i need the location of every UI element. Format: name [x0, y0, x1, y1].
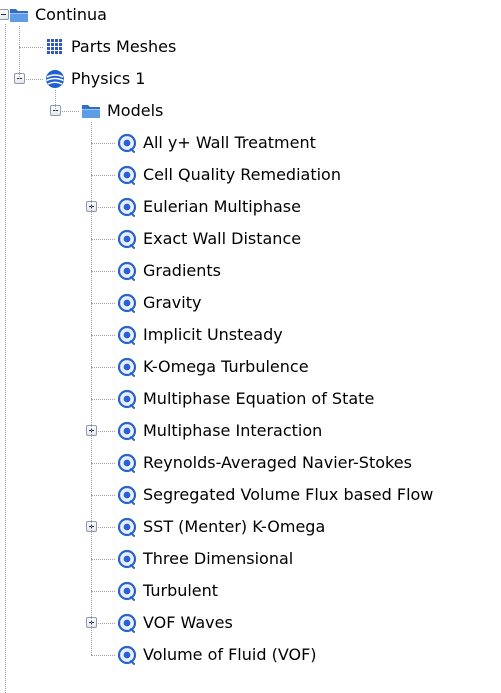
- tree-connector-line: [55, 90, 56, 111]
- tree-connector-line: [91, 175, 115, 176]
- tree-node-label: Multiphase Interaction: [143, 421, 323, 440]
- tree-node-segregated-volume-flux-based-flow[interactable]: Segregated Volume Flux based Flow: [0, 479, 501, 511]
- model-icon: [116, 612, 138, 634]
- model-icon: [116, 260, 138, 282]
- tree-connector-line: [91, 303, 115, 304]
- tree-node-label: Segregated Volume Flux based Flow: [143, 485, 434, 504]
- tree-node-multiphase-equation-of-state[interactable]: Multiphase Equation of State: [0, 383, 501, 415]
- tree-connector-line: [91, 143, 115, 144]
- tree-connector-line: [91, 559, 115, 560]
- tree-connector-line: [91, 399, 115, 400]
- tree-node-volume-of-fluid-vof[interactable]: Volume of Fluid (VOF): [0, 639, 501, 671]
- tree-node-models[interactable]: Models: [0, 95, 501, 127]
- tree-connector-line: [91, 591, 115, 592]
- tree-node-turbulent[interactable]: Turbulent: [0, 575, 501, 607]
- mesh-grid-icon: [44, 36, 66, 58]
- tree-node-implicit-unsteady[interactable]: Implicit Unsteady: [0, 319, 501, 351]
- model-icon: [116, 484, 138, 506]
- tree-node-k-omega-turbulence[interactable]: K-Omega Turbulence: [0, 351, 501, 383]
- tree-node-continua[interactable]: Continua: [0, 0, 501, 31]
- folder-icon: [8, 4, 30, 26]
- simulation-tree: Continua Parts Meshes Physics 1 Models All y…: [0, 0, 501, 693]
- tree-node-label: Three Dimensional: [143, 549, 294, 568]
- physics-sphere-icon: [44, 68, 66, 90]
- tree-connector-line: [19, 26, 20, 79]
- tree-node-label: SST (Menter) K-Omega: [143, 517, 326, 536]
- tree-node-label: Models: [107, 101, 164, 120]
- model-icon: [116, 452, 138, 474]
- tree-connector-line: [91, 122, 92, 655]
- model-icon: [116, 292, 138, 314]
- tree-connector-line: [91, 367, 115, 368]
- tree-node-label: VOF Waves: [143, 613, 233, 632]
- tree-node-multiphase-interaction[interactable]: Multiphase Interaction: [0, 415, 501, 447]
- tree-node-label: All y+ Wall Treatment: [143, 133, 316, 152]
- tree-node-sst-menter-k-omega[interactable]: SST (Menter) K-Omega: [0, 511, 501, 543]
- tree-node-exact-wall-distance[interactable]: Exact Wall Distance: [0, 223, 501, 255]
- tree-connector-line: [91, 463, 115, 464]
- tree-node-label: Physics 1: [71, 69, 146, 88]
- tree-connector-line: [91, 335, 115, 336]
- model-icon: [116, 548, 138, 570]
- tree-node-eulerian-multiphase[interactable]: Eulerian Multiphase: [0, 191, 501, 223]
- tree-node-label: K-Omega Turbulence: [143, 357, 309, 376]
- tree-node-cell-quality-remediation[interactable]: Cell Quality Remediation: [0, 159, 501, 191]
- tree-connector-line: [91, 495, 115, 496]
- model-icon: [116, 388, 138, 410]
- tree-node-all-y-wall-treatment[interactable]: All y+ Wall Treatment: [0, 127, 501, 159]
- model-icon: [116, 644, 138, 666]
- tree-node-label: Turbulent: [143, 581, 219, 600]
- tree-node-gradients[interactable]: Gradients: [0, 255, 501, 287]
- tree-node-gravity[interactable]: Gravity: [0, 287, 501, 319]
- tree-node-label: Eulerian Multiphase: [143, 197, 301, 216]
- tree-node-label: Gravity: [143, 293, 202, 312]
- model-icon: [116, 228, 138, 250]
- model-icon: [116, 580, 138, 602]
- model-icon: [116, 324, 138, 346]
- tree-node-label: Parts Meshes: [71, 37, 177, 56]
- tree-node-label: Exact Wall Distance: [143, 229, 302, 248]
- model-icon: [116, 164, 138, 186]
- tree-node-label: Reynolds-Averaged Navier-Stokes: [143, 453, 412, 472]
- model-icon: [116, 132, 138, 154]
- model-icon: [116, 196, 138, 218]
- tree-node-three-dimensional[interactable]: Three Dimensional: [0, 543, 501, 575]
- model-icon: [116, 516, 138, 538]
- model-icon: [116, 356, 138, 378]
- tree-connector-line: [91, 239, 115, 240]
- tree-node-label: Multiphase Equation of State: [143, 389, 375, 408]
- tree-node-physics-1[interactable]: Physics 1: [0, 63, 501, 95]
- tree-connector-line: [91, 655, 115, 656]
- tree-connector-line: [91, 271, 115, 272]
- tree-node-label: Volume of Fluid (VOF): [143, 645, 317, 664]
- tree-node-label: Implicit Unsteady: [143, 325, 283, 344]
- tree-node-parts-meshes[interactable]: Parts Meshes: [0, 31, 501, 63]
- tree-node-label: Continua: [35, 5, 107, 24]
- folder-icon: [80, 100, 102, 122]
- tree-node-reynolds-averaged-navier-stokes[interactable]: Reynolds-Averaged Navier-Stokes: [0, 447, 501, 479]
- model-icon: [116, 420, 138, 442]
- tree-connector-line: [19, 47, 43, 48]
- tree-node-label: Gradients: [143, 261, 221, 280]
- tree-node-label: Cell Quality Remediation: [143, 165, 341, 184]
- tree-node-vof-waves[interactable]: VOF Waves: [0, 607, 501, 639]
- tree-connector-line: [5, 24, 6, 693]
